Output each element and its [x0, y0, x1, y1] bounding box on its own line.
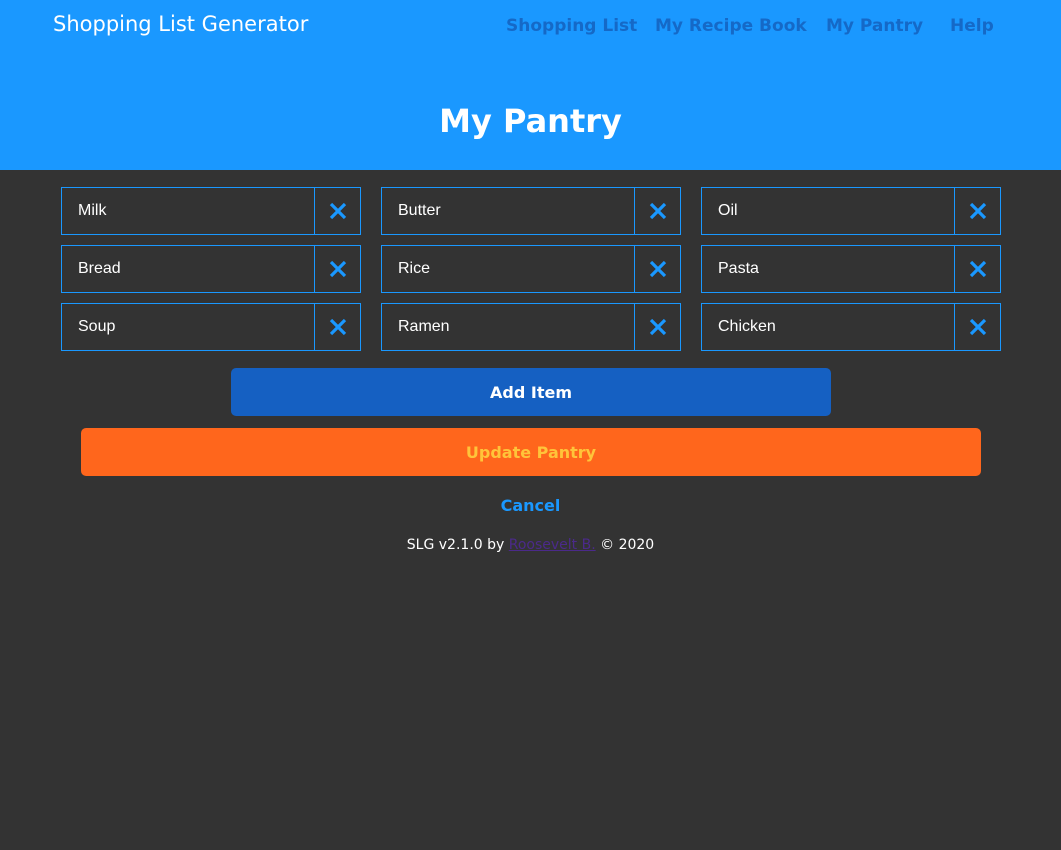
- remove-item-button[interactable]: [954, 246, 1000, 292]
- remove-item-button[interactable]: [314, 188, 360, 234]
- nav-recipe-book[interactable]: My Recipe Book: [655, 16, 807, 36]
- pantry-item-input[interactable]: [62, 304, 314, 350]
- remove-item-button[interactable]: [634, 188, 680, 234]
- pantry-item: [61, 187, 361, 235]
- pantry-item-input[interactable]: [382, 304, 634, 350]
- page-title: My Pantry: [439, 102, 622, 140]
- remove-item-button[interactable]: [954, 188, 1000, 234]
- remove-item-button[interactable]: [314, 246, 360, 292]
- close-icon: [649, 202, 666, 220]
- pantry-item-input[interactable]: [382, 188, 634, 234]
- remove-item-button[interactable]: [954, 304, 1000, 350]
- close-icon: [329, 260, 346, 278]
- pantry-item: [61, 245, 361, 293]
- cancel-link[interactable]: Cancel: [0, 496, 1061, 515]
- footer-version: SLG v2.1.0 by: [406, 537, 505, 553]
- pantry-item-input[interactable]: [702, 246, 954, 292]
- add-item-button[interactable]: Add Item: [231, 368, 831, 416]
- pantry-item: [701, 245, 1001, 293]
- pantry-item: [701, 187, 1001, 235]
- update-pantry-button[interactable]: Update Pantry: [81, 428, 981, 476]
- remove-item-button[interactable]: [634, 246, 680, 292]
- footer-author-link[interactable]: Roosevelt B.: [509, 537, 596, 553]
- close-icon: [649, 318, 666, 336]
- pantry-item: [381, 187, 681, 235]
- pantry-item: [61, 303, 361, 351]
- nav-shopping-list[interactable]: Shopping List: [506, 16, 637, 36]
- pantry-item: [381, 303, 681, 351]
- close-icon: [329, 318, 346, 336]
- close-icon: [649, 260, 666, 278]
- close-icon: [969, 202, 986, 220]
- pantry-item-input[interactable]: [62, 246, 314, 292]
- pantry-item-input[interactable]: [382, 246, 634, 292]
- pantry-item: [701, 303, 1001, 351]
- nav-pantry[interactable]: My Pantry: [826, 16, 923, 36]
- remove-item-button[interactable]: [314, 304, 360, 350]
- header-bar: Shopping List Generator Shopping List My…: [0, 0, 1061, 170]
- close-icon: [329, 202, 346, 220]
- pantry-item-input[interactable]: [62, 188, 314, 234]
- pantry-item-input[interactable]: [702, 188, 954, 234]
- remove-item-button[interactable]: [634, 304, 680, 350]
- pantry-item-input[interactable]: [702, 304, 954, 350]
- nav-help[interactable]: Help: [950, 16, 994, 36]
- footer: SLG v2.1.0 by Roosevelt B. © 2020: [0, 537, 1061, 553]
- close-icon: [969, 318, 986, 336]
- close-icon: [969, 260, 986, 278]
- footer-copyright: © 2020: [600, 537, 655, 553]
- pantry-item: [381, 245, 681, 293]
- app-brand[interactable]: Shopping List Generator: [53, 12, 308, 36]
